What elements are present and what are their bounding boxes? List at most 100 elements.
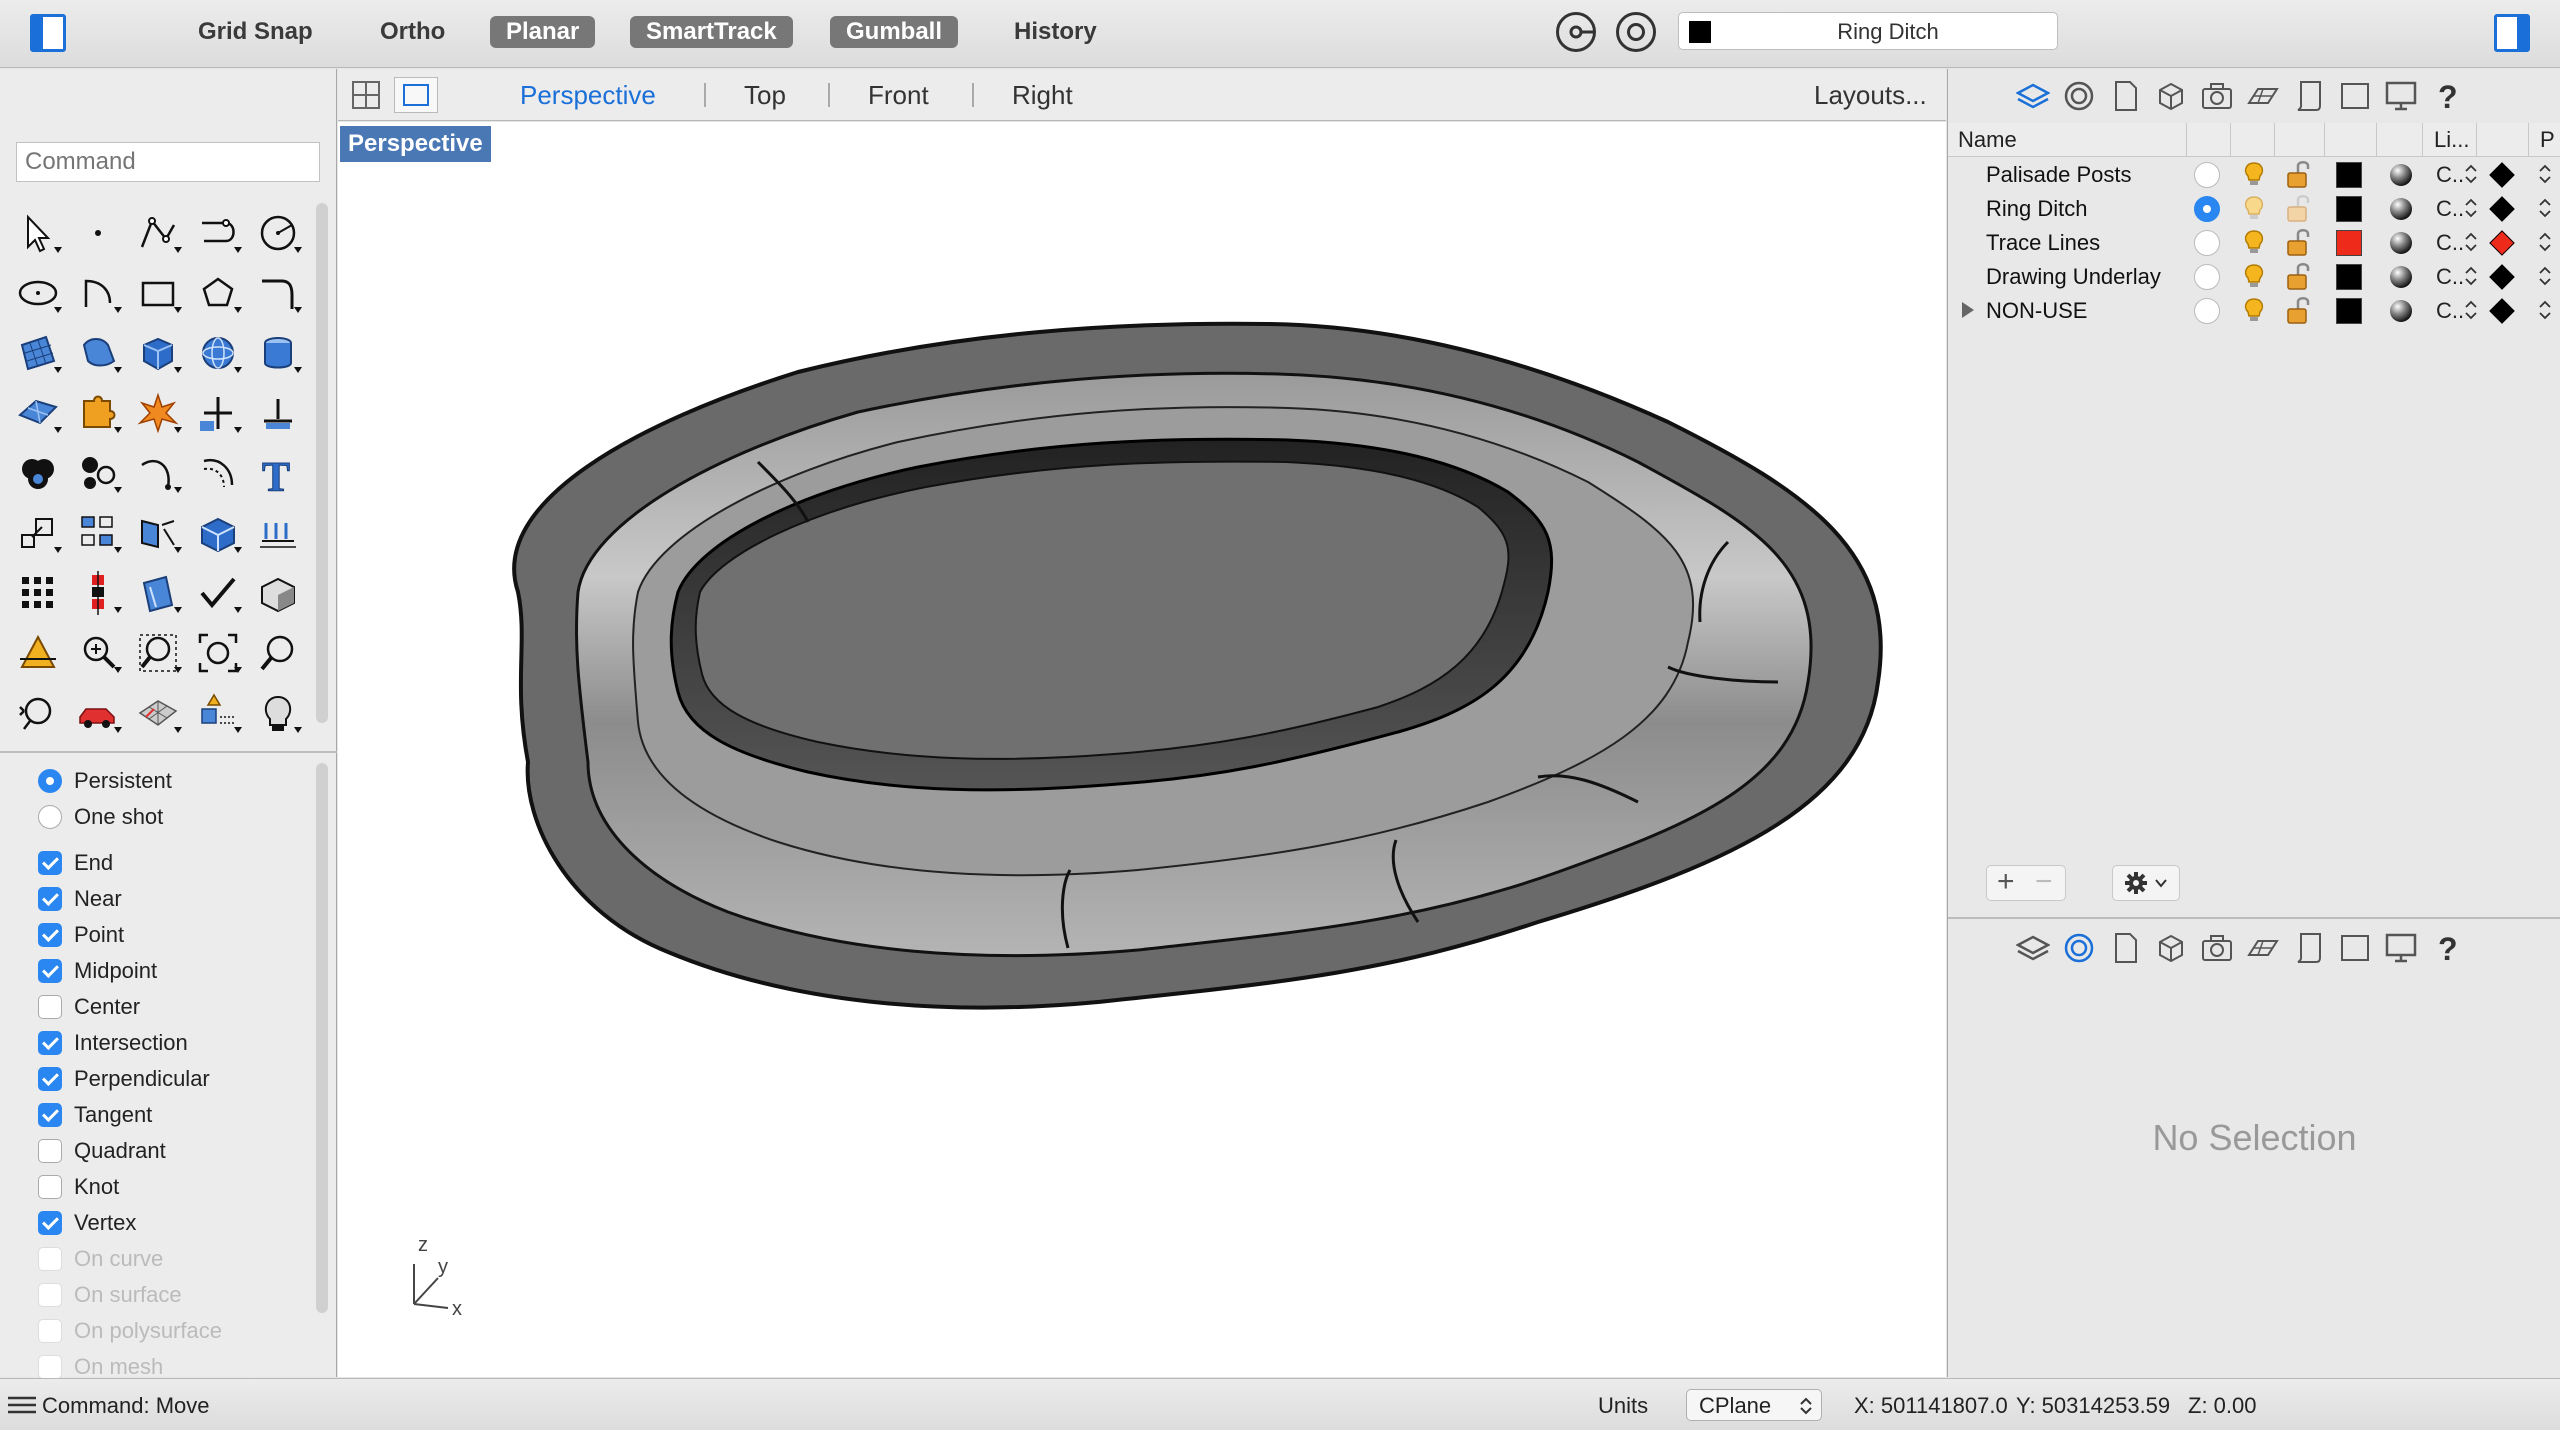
one-shot-radio[interactable] xyxy=(38,805,62,829)
chevron-updown-icon[interactable] xyxy=(2538,162,2552,186)
text-icon[interactable]: T xyxy=(248,443,308,503)
layer-color-swatch[interactable] xyxy=(2336,162,2362,188)
units-button[interactable]: Units xyxy=(1598,1393,1648,1419)
cube-icon[interactable] xyxy=(2154,79,2188,113)
split-icon[interactable] xyxy=(248,383,308,443)
layer-linetype[interactable]: C.. xyxy=(2436,230,2464,256)
pan-icon[interactable] xyxy=(8,683,68,743)
scale-icon[interactable] xyxy=(8,503,68,563)
layouts-button[interactable]: Layouts... xyxy=(1814,69,1927,121)
persistent-radio[interactable] xyxy=(38,769,62,793)
chevron-updown-icon[interactable] xyxy=(2538,264,2552,288)
osnap-quadrant-checkbox[interactable] xyxy=(38,1139,62,1163)
layers-icon[interactable] xyxy=(2016,79,2050,113)
column-name[interactable]: Name xyxy=(1958,127,2017,153)
dimension-icon[interactable] xyxy=(248,503,308,563)
properties-icon[interactable] xyxy=(2062,931,2096,965)
osnap-point-checkbox[interactable] xyxy=(38,923,62,947)
cube-icon[interactable] xyxy=(2154,931,2188,965)
render-plane-icon[interactable] xyxy=(2246,79,2280,113)
osnap-knot-option[interactable]: Knot xyxy=(38,1169,222,1205)
osnap-persistent-option[interactable]: Persistent xyxy=(38,763,222,799)
document-icon[interactable] xyxy=(2108,931,2142,965)
four-view-layout-icon[interactable] xyxy=(352,81,380,109)
tab-perspective[interactable]: Perspective xyxy=(520,69,656,121)
osnap-one-shot-option[interactable]: One shot xyxy=(38,799,222,835)
osnap-scrollbar[interactable] xyxy=(316,763,328,1313)
current-layer-radio[interactable] xyxy=(2194,264,2220,290)
osnap-end-option[interactable]: End xyxy=(38,845,222,881)
chevron-updown-icon[interactable] xyxy=(2464,264,2478,288)
light-bulb-icon[interactable] xyxy=(2240,262,2268,290)
help-icon[interactable]: ? xyxy=(2430,79,2464,113)
monitor-icon[interactable] xyxy=(2384,931,2418,965)
lock-icon[interactable] xyxy=(2284,193,2312,223)
osnap-vertex-checkbox[interactable] xyxy=(38,1211,62,1235)
explode-icon[interactable] xyxy=(128,383,188,443)
zoom-window-icon[interactable] xyxy=(68,623,128,683)
tab-front[interactable]: Front xyxy=(868,69,929,121)
solid-edit-icon[interactable] xyxy=(188,503,248,563)
osnap-perpendicular-option[interactable]: Perpendicular xyxy=(38,1061,222,1097)
toggle-left-panel-button[interactable] xyxy=(30,14,66,52)
sphere-icon[interactable] xyxy=(188,323,248,383)
chevron-updown-icon[interactable] xyxy=(2464,298,2478,322)
boolean-union-icon[interactable] xyxy=(8,443,68,503)
point-icon[interactable] xyxy=(68,203,128,263)
chevron-updown-icon[interactable] xyxy=(2464,230,2478,254)
osnap-icon[interactable] xyxy=(1556,12,1596,52)
lock-icon[interactable] xyxy=(2284,159,2312,189)
grid-snap-toggle[interactable]: Grid Snap xyxy=(182,16,329,48)
viewport-title-label[interactable]: Perspective xyxy=(340,126,491,162)
current-layer-selector[interactable]: Ring Ditch xyxy=(1678,12,2058,50)
ellipse-icon[interactable] xyxy=(8,263,68,323)
add-layer-button[interactable]: + xyxy=(1997,866,2015,898)
material-sphere-icon[interactable] xyxy=(2390,198,2412,220)
print-color-diamond[interactable] xyxy=(2489,162,2515,188)
monitor-icon[interactable] xyxy=(2384,79,2418,113)
osnap-intersection-option[interactable]: Intersection xyxy=(38,1025,222,1061)
osnap-center-checkbox[interactable] xyxy=(38,995,62,1019)
chevron-updown-icon[interactable] xyxy=(2464,196,2478,220)
osnap-midpoint-option[interactable]: Midpoint xyxy=(38,953,222,989)
shade-icon[interactable] xyxy=(248,563,308,623)
tool-palette-scrollbar[interactable] xyxy=(316,203,328,723)
surface-corner-icon[interactable] xyxy=(8,323,68,383)
chevron-updown-icon[interactable] xyxy=(2538,298,2552,322)
layer-linetype[interactable]: C.. xyxy=(2436,298,2464,324)
osnap-near-checkbox[interactable] xyxy=(38,887,62,911)
osnap-point-option[interactable]: Point xyxy=(38,917,222,953)
cplane-selector[interactable]: CPlane xyxy=(1686,1389,1822,1421)
mesh-icon[interactable] xyxy=(128,683,188,743)
light-bulb-icon[interactable] xyxy=(2240,296,2268,324)
current-layer-radio[interactable] xyxy=(2194,230,2220,256)
print-color-diamond[interactable] xyxy=(2489,298,2515,324)
column-print[interactable]: P xyxy=(2540,127,2555,153)
trim-icon[interactable] xyxy=(188,383,248,443)
notes-icon[interactable] xyxy=(2292,79,2326,113)
circle-icon[interactable] xyxy=(248,203,308,263)
light-bulb-icon[interactable] xyxy=(2240,228,2268,256)
curve-from-object-icon[interactable] xyxy=(128,443,188,503)
light-bulb-icon[interactable] xyxy=(2240,194,2268,222)
polygon-icon[interactable] xyxy=(188,263,248,323)
planar-toggle[interactable]: Planar xyxy=(490,16,596,48)
fillet-curve-icon[interactable] xyxy=(248,263,308,323)
material-sphere-icon[interactable] xyxy=(2390,164,2412,186)
print-color-diamond[interactable] xyxy=(2489,264,2515,290)
command-history-icon[interactable] xyxy=(8,1395,36,1415)
osnap-center-option[interactable]: Center xyxy=(38,989,222,1025)
lock-icon[interactable] xyxy=(2284,295,2312,325)
puzzle-icon[interactable] xyxy=(68,383,128,443)
align-icon[interactable] xyxy=(68,563,128,623)
print-color-diamond[interactable] xyxy=(2489,196,2515,222)
layer-linetype[interactable]: C.. xyxy=(2436,196,2464,222)
light-bulb-icon[interactable] xyxy=(2240,160,2268,188)
layer-row-non-use[interactable]: NON-USE C.. xyxy=(1948,293,2560,327)
camera-icon[interactable] xyxy=(2200,931,2234,965)
chevron-updown-icon[interactable] xyxy=(2464,162,2478,186)
offset-icon[interactable] xyxy=(188,443,248,503)
layer-row-trace-lines[interactable]: Trace Lines C.. xyxy=(1948,225,2560,259)
zoom-selected-icon[interactable] xyxy=(128,623,188,683)
rectangle-icon[interactable] xyxy=(128,263,188,323)
